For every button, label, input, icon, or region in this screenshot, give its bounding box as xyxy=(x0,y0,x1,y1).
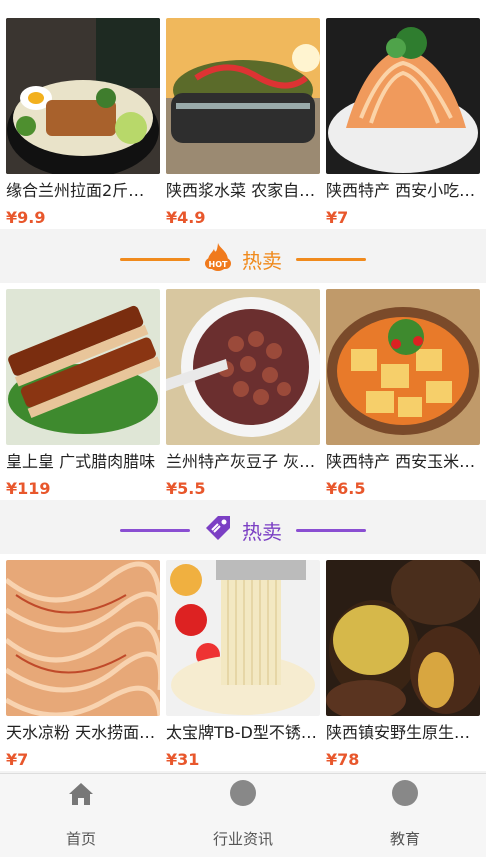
divider-line xyxy=(296,528,366,532)
product-image-banli[interactable] xyxy=(326,560,480,716)
product-image-lamian[interactable] xyxy=(6,18,160,174)
product-title[interactable]: 兰州特产灰豆子 灰豆汤 xyxy=(166,451,320,473)
product-price: ¥4.9 xyxy=(166,208,206,227)
product-card[interactable]: 陕西特产 西安小吃凉皮 ¥7 xyxy=(326,18,480,229)
product-price: ¥7 xyxy=(6,750,29,769)
product-row-2: 皇上皇 广式腊肉腊味 ¥119 兰州特产灰豆子 灰豆汤 ¥5.5 陕西特产 西安… xyxy=(0,283,486,500)
product-title[interactable]: 陕西浆水菜 农家自制浆水 xyxy=(166,180,320,202)
bottom-nav: 首页 行业资讯 教育 xyxy=(0,773,486,857)
product-price: ¥31 xyxy=(166,750,200,769)
nav-item-home[interactable]: 首页 xyxy=(0,774,162,849)
product-price: ¥9.9 xyxy=(6,208,46,227)
nav-label[interactable]: 教育 xyxy=(324,828,486,849)
product-title[interactable]: 皇上皇 广式腊肉腊味 xyxy=(6,451,160,473)
product-price: ¥6.5 xyxy=(326,479,366,498)
section-header-hot-purple: 热卖 xyxy=(0,506,486,554)
section-label: 热卖 xyxy=(242,248,282,273)
product-image-larou[interactable] xyxy=(6,289,160,445)
product-title[interactable]: 陕西镇安野生原生板栗 xyxy=(326,722,480,744)
product-card[interactable]: 兰州特产灰豆子 灰豆汤 ¥5.5 xyxy=(166,289,320,500)
product-price: ¥119 xyxy=(6,479,51,498)
nav-item-education[interactable]: 教育 xyxy=(324,774,486,849)
product-price: ¥7 xyxy=(326,208,349,227)
hot-flame-icon: HOT xyxy=(202,241,234,277)
divider-line xyxy=(296,257,366,261)
product-row-1: 缘合兰州拉面2斤装 兰州牛肉拉面 ¥9.9 陕西浆水菜 农家自制浆水 ¥4.9 xyxy=(0,0,486,229)
product-row-3: 天水凉粉 天水捞面 呱呱 ¥7 太宝牌TB-D型不锈钢 ¥31 陕西镇安野生原生… xyxy=(0,554,486,771)
product-price: ¥78 xyxy=(326,750,360,769)
product-title[interactable]: 缘合兰州拉面2斤装 兰州牛肉拉面 xyxy=(6,180,160,202)
product-image-yamianji[interactable] xyxy=(166,560,320,716)
product-card[interactable]: 陕西镇安野生原生板栗 ¥78 xyxy=(326,560,480,771)
product-card[interactable]: 太宝牌TB-D型不锈钢压面机 ¥31 xyxy=(166,560,320,771)
product-image-liangfen[interactable] xyxy=(6,560,160,716)
product-card[interactable]: 皇上皇 广式腊肉腊味 ¥119 xyxy=(6,289,160,500)
product-image-huidouzi[interactable] xyxy=(166,289,320,445)
product-price: ¥5.5 xyxy=(166,479,206,498)
product-image-yumianyu[interactable] xyxy=(326,289,480,445)
nav-item-news[interactable]: 行业资讯 xyxy=(162,774,324,849)
product-title[interactable]: 陕西特产 西安玉米面鱼 xyxy=(326,451,480,473)
divider-line xyxy=(120,528,190,532)
divider-line xyxy=(120,257,190,261)
product-image-jiangshui[interactable] xyxy=(166,18,320,174)
product-image-liangpi[interactable] xyxy=(326,18,480,174)
product-card[interactable]: 天水凉粉 天水捞面 呱呱 ¥7 xyxy=(6,560,160,771)
product-title[interactable]: 天水凉粉 天水捞面 呱呱 xyxy=(6,722,160,744)
hot-badge-text: HOT xyxy=(209,260,228,269)
home-icon[interactable] xyxy=(67,780,95,808)
product-title[interactable]: 太宝牌TB-D型不锈钢压面机 xyxy=(166,722,320,744)
nav-label[interactable]: 首页 xyxy=(0,828,162,849)
circle-icon[interactable] xyxy=(392,780,418,806)
product-card[interactable]: 缘合兰州拉面2斤装 兰州牛肉拉面 ¥9.9 xyxy=(6,18,160,229)
circle-icon[interactable] xyxy=(230,780,256,806)
product-title[interactable]: 陕西特产 西安小吃凉皮 xyxy=(326,180,480,202)
section-header-hot: HOT 热卖 xyxy=(0,235,486,283)
nav-label[interactable]: 行业资讯 xyxy=(162,828,324,849)
product-card[interactable]: 陕西浆水菜 农家自制浆水 ¥4.9 xyxy=(166,18,320,229)
tag-icon xyxy=(202,512,234,548)
product-card[interactable]: 陕西特产 西安玉米面鱼 ¥6.5 xyxy=(326,289,480,500)
section-label: 热卖 xyxy=(242,519,282,544)
